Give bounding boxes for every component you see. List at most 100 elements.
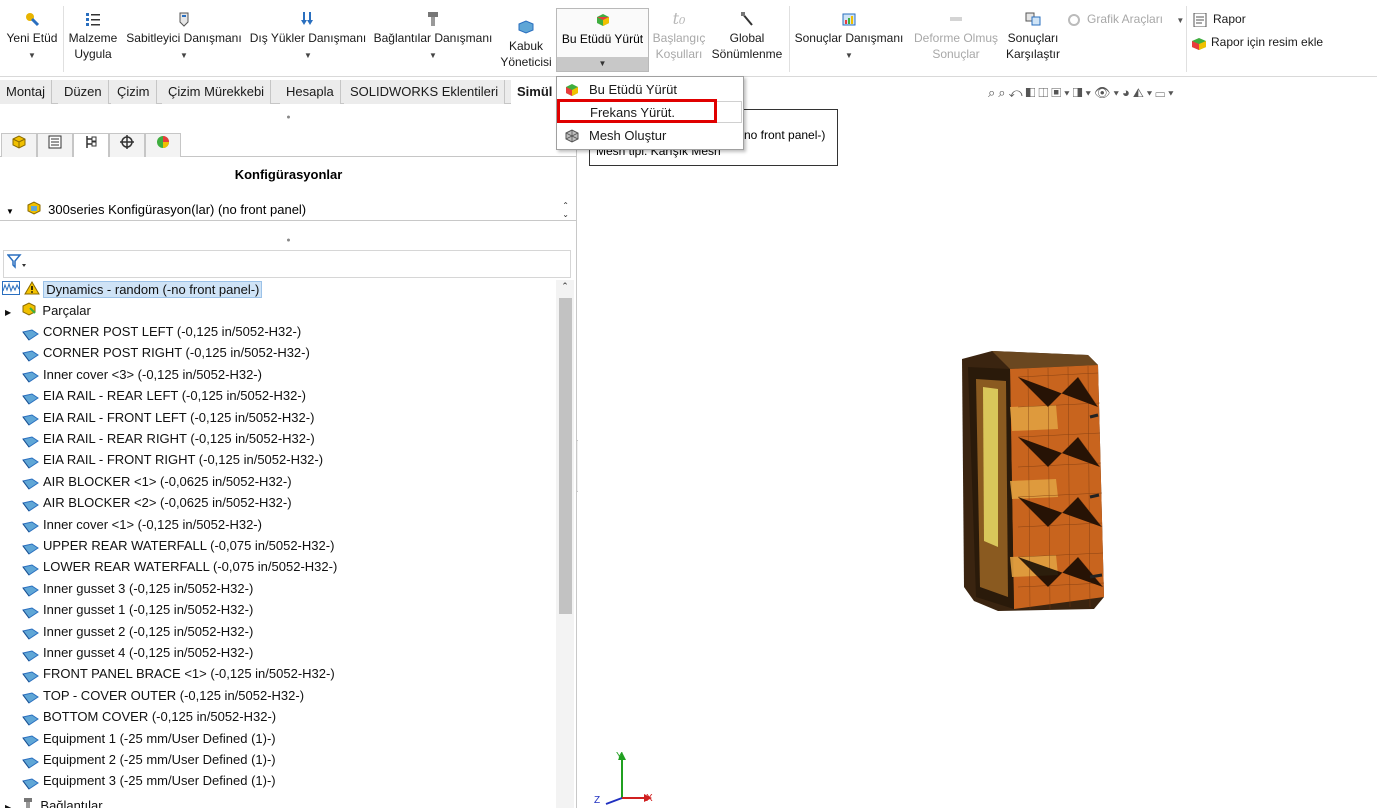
hide-show-items-icon[interactable]: 👁▾ [1094,85,1122,100]
tree-part-item[interactable]: Inner gusset 1 (-0,125 in/5052-H32-) [22,600,253,621]
shell-manager-button[interactable]: Kabuk Yöneticisi [498,8,554,74]
global-damping-button[interactable]: Global Sönümlenme [708,8,786,74]
collapse-arrow-icon[interactable]: ▼ [6,207,14,216]
tree-part-item[interactable]: EIA RAIL - FRONT LEFT (-0,125 in/5052-H3… [22,408,314,429]
tree-parts-node[interactable]: ▶ Parçalar [5,301,91,322]
new-study-icon [22,10,42,28]
tree-part-item[interactable]: CORNER POST RIGHT (-0,125 in/5052-H32-) [22,343,310,364]
menu-item-run-this-study[interactable]: Bu Etüdü Yürüt [558,79,742,101]
zoom-to-area-icon[interactable]: ⌕ [998,85,1008,100]
tree-part-item[interactable]: Equipment 1 (-25 mm/User Defined (1)-) [22,729,276,750]
graphics-area[interactable] [578,77,1377,808]
tree-part-item[interactable]: Inner cover <3> (-0,125 in/5052-H32-) [22,365,262,386]
tab-montaj[interactable]: Montaj [0,80,53,104]
heads-up-view-toolbar: ⌕⌕↶◧◫▣▾◨▾👁▾◕◭▾▭▾ [988,85,1177,103]
tree-part-item[interactable]: Inner cover <1> (-0,125 in/5052-H32-) [22,515,262,536]
panel-grip[interactable]: ● [0,112,577,124]
tree-part-item[interactable]: Inner gusset 4 (-0,125 in/5052-H32-) [22,643,253,664]
tree-study-node[interactable]: Dynamics - random (-no front panel-) [2,280,263,301]
chevron-down-icon[interactable]: ▼ [372,48,494,64]
tree-part-item[interactable]: EIA RAIL - FRONT RIGHT (-0,125 in/5052-H… [22,450,323,471]
chevron-down-icon[interactable]: ▼ [2,48,62,64]
apply-material-button[interactable]: Malzeme Uygula [64,8,122,74]
property-manager-tab[interactable] [37,133,73,157]
chevron-down-icon[interactable]: ▼ [124,48,244,64]
tree-part-item[interactable]: LOWER REAR WATERFALL (-0,075 in/5052-H32… [22,557,337,578]
tree-part-item[interactable]: EIA RAIL - REAR RIGHT (-0,125 in/5052-H3… [22,429,315,450]
shell-part-icon [22,434,39,448]
tree-part-label: AIR BLOCKER <2> (-0,0625 in/5052-H32-) [43,495,292,511]
configuration-selector[interactable]: ▼ 300series Konfigürasyon(lar) (no front… [0,199,577,221]
configurations-title: Konfigürasyonlar [234,167,343,182]
tree-part-item[interactable]: FRONT PANEL BRACE <1> (-0,125 in/5052-H3… [22,664,335,685]
view-orientation-icon[interactable]: ▣▾ [1051,85,1072,100]
tab-simulation[interactable]: Simül [511,80,559,104]
fixtures-advisor-button[interactable]: Sabitleyici Danışmanı ▼ [124,8,244,74]
display-style-icon[interactable]: ◨▾ [1073,85,1094,100]
tree-part-label: EIA RAIL - REAR LEFT (-0,125 in/5052-H32… [43,388,306,404]
shell-part-icon [22,605,39,619]
menu-item-create-mesh[interactable]: Mesh Oluştur [558,125,742,147]
tree-part-item[interactable]: CORNER POST LEFT (-0,125 in/5052-H32-) [22,322,301,343]
edit-appearance-icon[interactable]: ◕ [1122,85,1133,100]
panel-grip[interactable]: ● [0,235,577,247]
section-view-icon[interactable]: ◧ [1025,85,1038,100]
filter-input[interactable] [3,250,571,278]
parts-folder-icon [21,302,37,322]
dynamic-annotation-icon[interactable]: ◫ [1038,85,1051,100]
tree-part-item[interactable]: Equipment 3 (-25 mm/User Defined (1)-) [22,771,276,792]
tab-solidworks-eklentileri[interactable]: SOLIDWORKS Eklentileri [344,80,506,104]
view-settings-icon[interactable]: ▭▾ [1155,85,1176,100]
configuration-manager-tab[interactable] [73,133,109,157]
expand-arrow-icon[interactable]: ▶ [5,803,11,808]
results-advisor-button[interactable]: Sonuçlar Danışmanı ▼ [792,8,906,74]
tree-part-item[interactable]: AIR BLOCKER <1> (-0,0625 in/5052-H32-) [22,472,292,493]
tree-part-label: TOP - COVER OUTER (-0,125 in/5052-H32-) [43,687,305,703]
chevron-down-icon[interactable]: ▼ [1176,16,1184,25]
tab-duzen[interactable]: Düzen [58,80,109,104]
apply-scene-icon[interactable]: ◭▾ [1133,85,1155,100]
tree-part-item[interactable]: UPPER REAR WATERFALL (-0,075 in/5052-H32… [22,536,334,557]
shell-part-icon [22,562,39,576]
feature-manager-tab[interactable] [1,133,37,157]
dimxpert-tab[interactable] [109,133,145,157]
new-study-button[interactable]: Yeni Etüd ▼ [2,8,62,74]
mesh-model[interactable] [578,77,1377,808]
configuration-spinner[interactable]: ⌃ ⌄ [562,201,569,219]
initial-conditions-button[interactable]: t₀ Başlangıç Koşulları [651,8,707,74]
report-button[interactable]: Rapor [1192,12,1246,28]
zoom-to-fit-icon[interactable]: ⌕ [988,85,998,100]
tree-connections-node[interactable]: ▶ Bağlantılar [5,796,103,808]
tree-part-item[interactable]: Inner gusset 3 (-0,125 in/5052-H32-) [22,579,253,600]
tab-cizim[interactable]: Çizim [111,80,157,104]
tree-scrollbar-thumb[interactable] [559,298,572,614]
previous-view-icon[interactable]: ↶ [1009,85,1026,100]
tree-part-item[interactable]: TOP - COVER OUTER (-0,125 in/5052-H32-) [22,686,304,707]
tree-part-item[interactable]: BOTTOM COVER (-0,125 in/5052-H32-) [22,707,276,728]
shell-part-icon [22,519,39,533]
plot-tools-button[interactable]: Grafik Araçları ▼ [1066,12,1184,27]
connections-advisor-button[interactable]: Bağlantılar Danışmanı ▼ [372,8,494,74]
chevron-down-icon[interactable]: ▼ [248,48,368,64]
compare-results-button[interactable]: Sonuçları Karşılaştır [1004,8,1062,74]
include-image-for-report-button[interactable]: Rapor için resim ekle [1190,35,1323,50]
crosshair-icon [119,135,135,153]
tab-cizim-murekkebi[interactable]: Çizim Mürekkebi [162,80,272,104]
expand-arrow-icon[interactable]: ▶ [5,308,11,317]
shell-part-icon [22,348,39,362]
tab-hesapla[interactable]: Hesapla [280,80,341,104]
external-loads-advisor-button[interactable]: Dış Yükler Danışmanı ▼ [248,8,368,74]
display-pie-icon [155,136,171,153]
tree-part-item[interactable]: Equipment 2 (-25 mm/User Defined (1)-) [22,750,276,771]
deformed-results-button[interactable]: Deforme Olmuş Sonuçlar [908,8,1004,74]
chevron-down-icon[interactable]: ▼ [792,48,906,64]
scroll-up-arrow[interactable]: ⌃ [556,281,574,297]
run-study-dropdown-arrow[interactable]: ▼ [557,57,648,71]
tree-part-item[interactable]: AIR BLOCKER <2> (-0,0625 in/5052-H32-) [22,493,292,514]
display-manager-tab[interactable] [145,133,181,157]
warning-icon [23,280,40,301]
tree-part-item[interactable]: EIA RAIL - REAR LEFT (-0,125 in/5052-H32… [22,386,306,407]
shell-part-icon [22,541,39,555]
tree-part-item[interactable]: Inner gusset 2 (-0,125 in/5052-H32-) [22,622,253,643]
run-study-button[interactable]: Bu Etüdü Yürüt ▼ [556,8,649,72]
